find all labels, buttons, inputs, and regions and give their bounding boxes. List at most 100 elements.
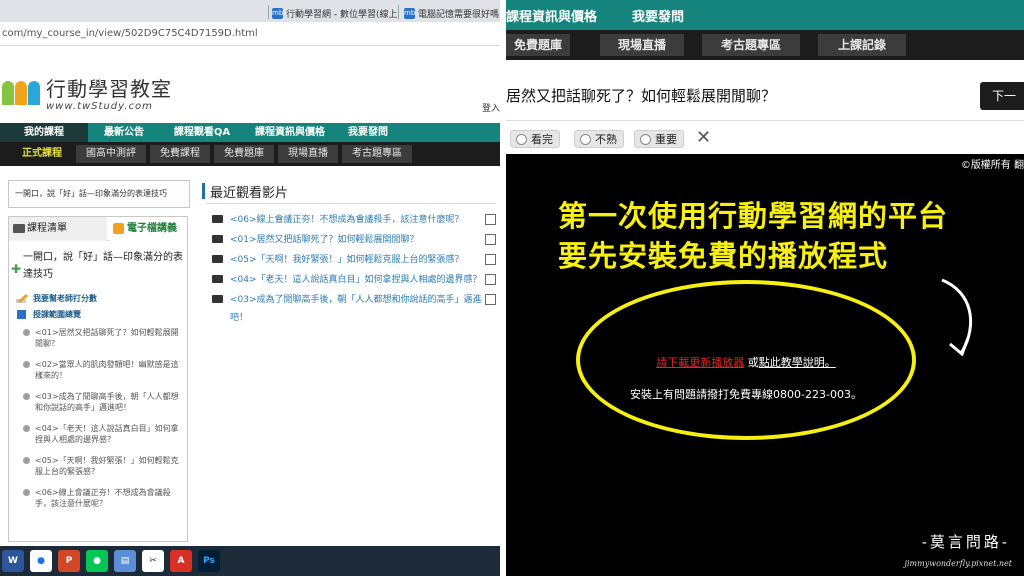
photoshop-app-icon[interactable]: Ps — [198, 550, 220, 572]
tab-favicon-icon: mb — [272, 7, 284, 19]
os-taskbar: W ● P ● ▤ ✂ A Ps — [0, 546, 500, 576]
login-link[interactable]: 登入 — [482, 101, 500, 114]
subnav-free-courses[interactable]: 免費課程 — [150, 145, 210, 163]
recent-video-title: <06>線上會議正夯！不想成為會議殺手，該注意什麼呢？ — [230, 215, 464, 225]
mark-watched-label: 看完 — [531, 133, 553, 146]
subnav-live[interactable]: 現場直播 — [600, 34, 684, 56]
nav-qa[interactable]: 課程觀看QA — [160, 123, 244, 142]
nav-announcements[interactable]: 最新公告 — [88, 123, 160, 142]
subnav-assessment[interactable]: 國高中測評 — [76, 145, 146, 163]
nav-pricing[interactable]: 課程資訊與價格 — [244, 123, 336, 142]
player-install-message: 請下載更新播放器 或點此教學說明。 — [506, 354, 986, 370]
download-player-link[interactable]: 請下載更新播放器 — [656, 356, 744, 369]
nav-my-courses[interactable]: 我的課程 — [0, 123, 88, 142]
acrobat-app-icon[interactable]: A — [170, 550, 192, 572]
recent-video-title: <05>「天啊！我好緊張！」如何輕鬆克服上台的緊張感？ — [230, 255, 464, 265]
calendar-icon[interactable] — [485, 214, 496, 225]
recent-videos-list: <06>線上會議正夯！不想成為會議殺手，該注意什麼呢？ <01>居然又把話聊死了… — [210, 211, 500, 329]
expand-plus-icon[interactable]: ✚ — [11, 261, 21, 278]
subnav-formal-courses[interactable]: 正式課程 — [12, 145, 72, 163]
tv-icon — [212, 255, 223, 263]
rate-teacher-link[interactable]: 我要幫老師打分數 — [16, 293, 97, 304]
recent-video-item[interactable]: <06>線上會議正夯！不想成為會議殺手，該注意什麼呢？ — [210, 211, 500, 229]
calendar-icon[interactable] — [485, 234, 496, 245]
annotation-text: 第一次使用行動學習網的平台 要先安裝免費的播放程式 — [558, 196, 1018, 276]
tab-course-list[interactable]: 課程清單 — [9, 217, 107, 241]
radio-icon — [516, 134, 527, 145]
course-title: ✚ 一開口，說「好」話—印象滿分的表達技巧 — [11, 249, 183, 283]
mark-unfamiliar-button[interactable]: 不熟 — [574, 130, 624, 148]
copyright-notice: ©版權所有 翻 — [960, 160, 1024, 171]
annotation-line-1: 第一次使用行動學習網的平台 — [558, 199, 949, 233]
logo-subtitle: www.twStudy.com — [46, 101, 153, 112]
main-nav: 我的課程 最新公告 課程觀看QA 課程資訊與價格 我要發問 — [0, 123, 500, 142]
lesson-item[interactable]: <05>「天啊！我好緊張！」如何輕鬆克服上台的緊張感？ — [23, 455, 185, 477]
outline-label: 授課範圍總覽 — [33, 310, 81, 319]
tv-icon — [212, 215, 223, 223]
next-video-button[interactable]: 下一 — [980, 82, 1024, 110]
close-icon[interactable]: ✕ — [696, 129, 711, 147]
radio-icon — [580, 134, 591, 145]
tab-ebook-label: 電子檔講義 — [127, 223, 177, 234]
lesson-item[interactable]: <02>當眾人的肌肉發顫吧！幽默感是這樣來的！ — [23, 359, 185, 381]
mark-important-label: 重要 — [655, 133, 677, 146]
lesson-item[interactable]: <03>成為了閒聊高手後，朝「人人都想和你說話的高手」邁進吧！ — [23, 391, 185, 413]
nav-ask[interactable]: 我要發問 — [632, 6, 684, 25]
nav-pricing[interactable]: 課程資訊與價格 — [506, 6, 597, 25]
browser-tabstrip: mb 行動學習網 - 數位學習(線上 mb 電腦記憶需要很好嗎 — [0, 0, 500, 22]
tv-icon — [212, 275, 223, 283]
subnav-live[interactable]: 現場直播 — [278, 145, 338, 163]
subnav-free-quiz[interactable]: 免費題庫 — [506, 34, 570, 56]
chrome-app-icon[interactable]: ● — [30, 550, 52, 572]
subnav-free-quiz[interactable]: 免費題庫 — [214, 145, 274, 163]
recent-video-item[interactable]: <01>居然又把話聊死了？如何輕鬆展開閒聊？ — [210, 231, 500, 249]
tv-icon — [212, 295, 223, 303]
course-title-text: 一開口，說「好」話—印象滿分的表達技巧 — [23, 252, 183, 280]
tutorial-link[interactable]: 點此教學說明。 — [759, 356, 836, 369]
calendar-icon[interactable] — [485, 294, 496, 305]
video-title-bar: 居然又把話聊死了？如何輕鬆展開閒聊？ 下一 — [506, 60, 1024, 120]
nav-ask[interactable]: 我要發問 — [336, 123, 400, 142]
recent-video-title: <03>成為了閒聊高手後，朝「人人都想和你說話的高手」邁進吧！ — [230, 295, 482, 323]
player-help-text: 安裝上有問題請撥打免費專線0800-223-003。 — [630, 388, 862, 401]
tab-ebook[interactable]: 電子檔講義 — [109, 217, 187, 241]
lesson-item[interactable]: <06>線上會議正夯！不想成為會議殺手，該注意什麼呢？ — [23, 487, 185, 509]
subnav-past-exams[interactable]: 考古題專區 — [702, 34, 800, 56]
monitor-icon — [13, 224, 25, 233]
tab-favicon-icon: mb — [404, 7, 416, 19]
video-player[interactable]: ©版權所有 翻 第一次使用行動學習網的平台 要先安裝免費的播放程式 請下載更新播… — [506, 154, 1024, 576]
annotation-line-2: 要先安裝免費的播放程式 — [558, 239, 889, 273]
calendar-icon[interactable] — [485, 254, 496, 265]
address-bar[interactable]: com/my_course_in/view/502D9C75C4D7159D.h… — [0, 22, 500, 46]
mark-watched-button[interactable]: 看完 — [510, 130, 560, 148]
site-header: 行動學習教室 www.twStudy.com 登入 — [0, 47, 500, 123]
logo-title: 行動學習教室 — [46, 77, 172, 101]
book-icon — [17, 310, 26, 319]
line-app-icon[interactable]: ● — [86, 550, 108, 572]
mark-important-button[interactable]: 重要 — [634, 130, 684, 148]
calendar-icon[interactable] — [485, 274, 496, 285]
browser-tab[interactable]: mb 行動學習網 - 數位學習(線上 — [268, 4, 398, 22]
course-panel: 課程清單 電子檔講義 ✚ 一開口，說「好」話—印象滿分的表達技巧 我要幫老師打分… — [8, 216, 188, 542]
subnav-history[interactable]: 上課記錄 — [818, 34, 906, 56]
recent-video-item[interactable]: <05>「天啊！我好緊張！」如何輕鬆克服上台的緊張感？ — [210, 251, 500, 269]
browser-tab-title: 行動學習網 - 數位學習(線上 — [286, 9, 398, 20]
lesson-item[interactable]: <04>「老天！這人說話真白目」如何拿捏與人相處的邊界感？ — [23, 423, 185, 445]
recent-video-item[interactable]: <03>成為了閒聊高手後，朝「人人都想和你說話的高手」邁進吧！ — [210, 291, 500, 327]
subnav-past-exams[interactable]: 考古題專區 — [342, 145, 412, 163]
tab-course-list-label: 課程清單 — [27, 223, 67, 234]
site-logo[interactable]: 行動學習教室 www.twStudy.com — [2, 77, 172, 112]
curved-arrow-icon — [941, 278, 973, 357]
radio-icon — [640, 134, 651, 145]
browser-tab-title: 電腦記憶需要很好嗎 — [418, 9, 500, 20]
browser-tab[interactable]: mb 電腦記憶需要很好嗎 — [398, 4, 500, 22]
recent-video-item[interactable]: <04>「老天！這人說話真白目」如何拿捏與人相處的邊界感？ — [210, 271, 500, 289]
powerpoint-app-icon[interactable]: P — [58, 550, 80, 572]
sub-nav: 正式課程 國高中測評 免費課程 免費題庫 現場直播 考古題專區 — [0, 142, 500, 166]
word-app-icon[interactable]: W — [2, 550, 24, 572]
lesson-item[interactable]: <01>居然又把話聊死了？如何輕鬆展開閒聊？ — [23, 327, 185, 349]
snipping-tool-icon[interactable]: ✂ — [142, 550, 164, 572]
outline-link[interactable]: 授課範圍總覽 — [17, 309, 81, 320]
recent-videos-heading: 最近觀看影片 — [202, 182, 288, 201]
notepad-app-icon[interactable]: ▤ — [114, 550, 136, 572]
